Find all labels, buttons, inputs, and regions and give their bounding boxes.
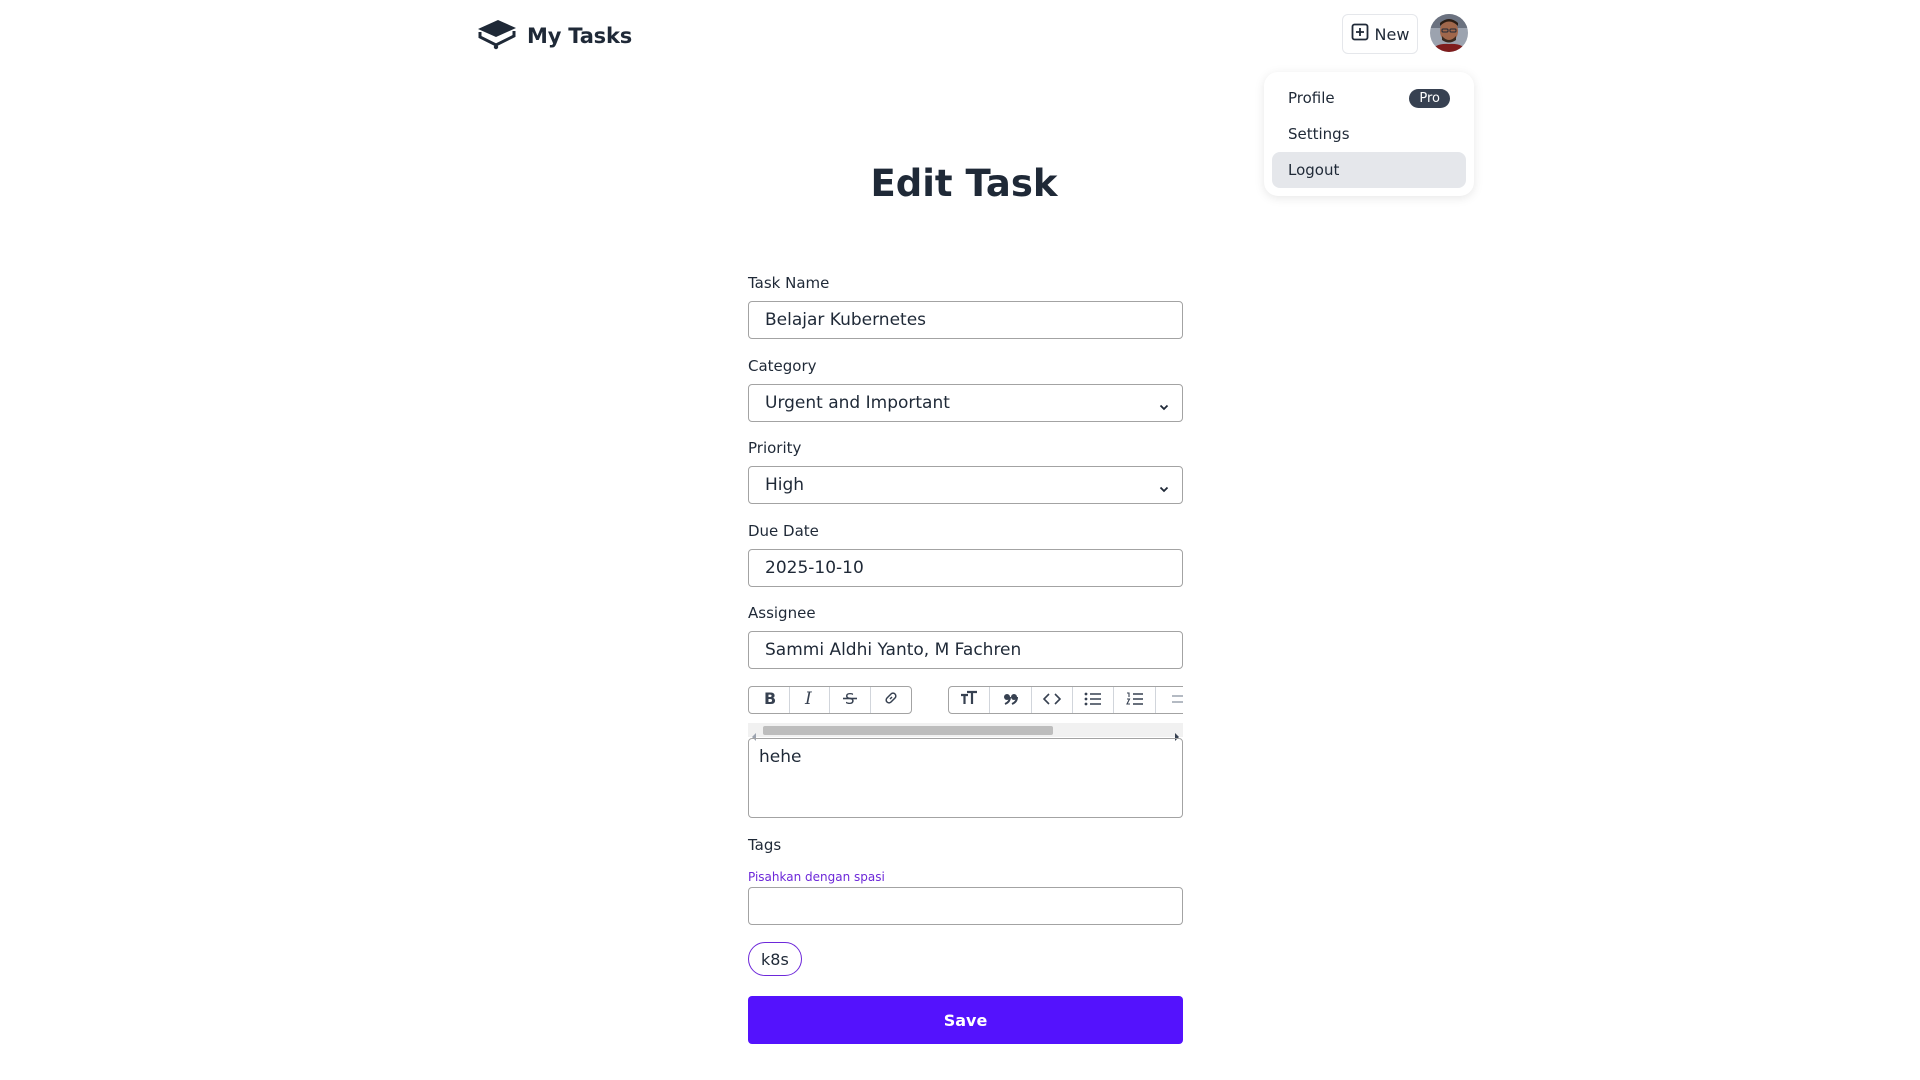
category-select[interactable]: Urgent and Important: [748, 384, 1183, 422]
navbar: My Tasks New: [468, 12, 1480, 56]
due-date-label: Due Date: [748, 522, 819, 540]
menu-item-label: Settings: [1288, 125, 1350, 143]
code-icon: [1042, 691, 1061, 710]
numbered-list-icon: [1125, 691, 1144, 710]
bullet-list-icon: [1084, 691, 1102, 710]
due-date-value: 2025-10-10: [765, 558, 864, 578]
task-name-label: Task Name: [748, 274, 830, 292]
avatar[interactable]: [1430, 14, 1468, 52]
assignee-label: Assignee: [748, 604, 816, 622]
code-button[interactable]: [1032, 687, 1074, 713]
tag-chip-label: k8s: [761, 949, 789, 969]
heading-icon: [960, 690, 978, 710]
bold-icon: B: [762, 689, 776, 710]
toolbar-group-format: B I S: [748, 686, 912, 714]
tags-label: Tags: [748, 836, 782, 854]
tags-input[interactable]: [748, 887, 1183, 925]
link-button[interactable]: [871, 687, 911, 713]
heading-button[interactable]: [949, 687, 991, 713]
pro-badge: Pro: [1409, 88, 1450, 108]
strikethrough-icon: S: [842, 690, 858, 710]
menu-item-label: Profile: [1288, 89, 1335, 107]
plus-square-icon: [1351, 23, 1369, 45]
tag-chip[interactable]: k8s: [748, 942, 802, 976]
menu-item-profile[interactable]: Profile Pro: [1272, 80, 1466, 116]
assignee-value: Sammi Aldhi Yanto, M Fachren: [765, 640, 1022, 660]
priority-value: High: [765, 475, 805, 495]
toolbar-group-block: [948, 686, 1183, 714]
new-button-label: New: [1374, 24, 1410, 44]
scroll-thumb[interactable]: [763, 726, 1053, 735]
task-name-input[interactable]: Belajar Kubernetes: [748, 301, 1183, 339]
toolbar-scrollbar[interactable]: [748, 723, 1183, 741]
checklist-button[interactable]: [1156, 687, 1183, 713]
due-date-input[interactable]: 2025-10-10: [748, 549, 1183, 587]
numbered-list-button[interactable]: [1114, 687, 1156, 713]
quote-icon: [1003, 691, 1019, 710]
quote-button[interactable]: [990, 687, 1032, 713]
bold-button[interactable]: B: [749, 687, 790, 713]
save-button[interactable]: Save: [748, 996, 1183, 1044]
svg-text:I: I: [804, 690, 812, 706]
assignee-input[interactable]: Sammi Aldhi Yanto, M Fachren: [748, 631, 1183, 669]
category-label: Category: [748, 357, 817, 375]
app-name: My Tasks: [527, 24, 633, 48]
new-task-button[interactable]: New: [1342, 14, 1418, 54]
tags-hint: Pisahkan dengan spasi: [748, 870, 885, 884]
description-editor[interactable]: hehe: [748, 738, 1183, 818]
svg-text:B: B: [764, 690, 776, 706]
priority-label: Priority: [748, 439, 802, 457]
page-title: Edit Task: [870, 162, 1058, 205]
checklist-icon: [1167, 691, 1183, 710]
book-logo-icon: [476, 18, 518, 54]
chevron-down-icon: [1158, 398, 1170, 418]
task-name-value: Belajar Kubernetes: [765, 310, 927, 330]
description-text: hehe: [759, 747, 802, 767]
priority-select[interactable]: High: [748, 466, 1183, 504]
brand[interactable]: My Tasks: [476, 18, 632, 54]
chevron-down-icon: [1158, 480, 1170, 500]
italic-icon: I: [802, 689, 816, 710]
menu-item-settings[interactable]: Settings: [1272, 116, 1466, 152]
strikethrough-button[interactable]: S: [830, 687, 871, 713]
category-value: Urgent and Important: [765, 393, 950, 413]
italic-button[interactable]: I: [790, 687, 831, 713]
link-icon: [883, 690, 899, 710]
bullet-list-button[interactable]: [1073, 687, 1115, 713]
